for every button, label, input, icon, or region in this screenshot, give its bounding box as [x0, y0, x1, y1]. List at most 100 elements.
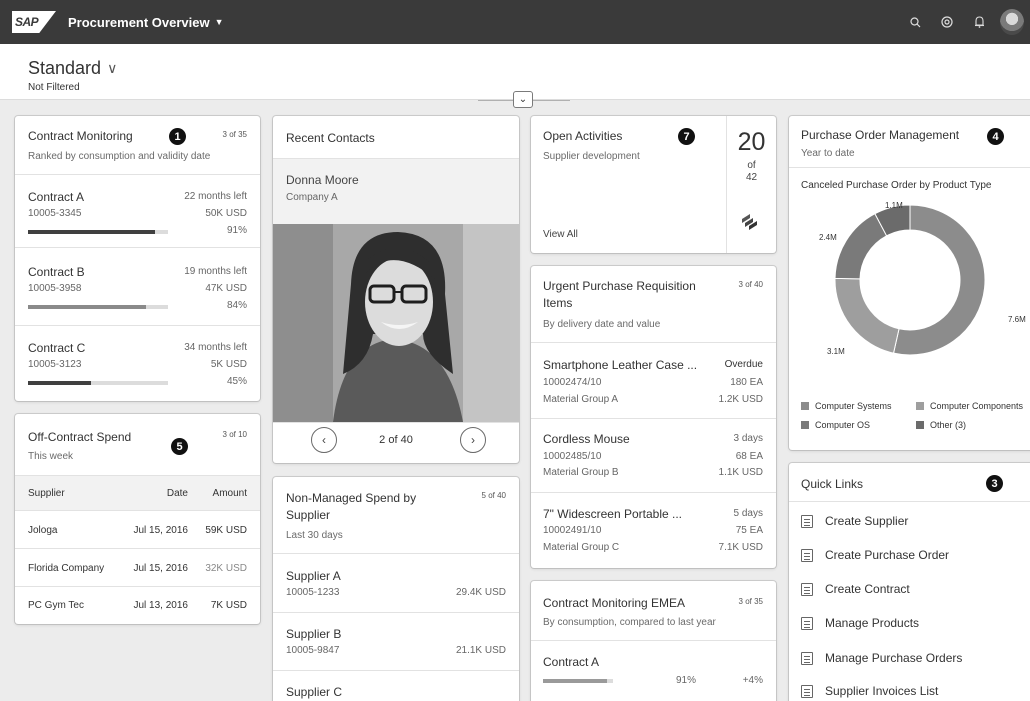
quick-link[interactable]: Manage Purchase Orders: [801, 648, 962, 668]
contract-name: Contract C: [28, 341, 86, 355]
card-title: Contract Monitoring: [28, 129, 133, 143]
contact-company: Company A: [286, 192, 338, 203]
list-item[interactable]: Contract A 91% +4%: [531, 641, 776, 701]
table-row[interactable]: PC Gym Tec Jul 13, 2016 7K USD: [15, 588, 260, 624]
list-item[interactable]: Supplier B 10005-9847 21.1K USD: [273, 613, 519, 671]
contract-name: Contract A: [28, 190, 85, 204]
off-contract-spend-card[interactable]: Off-Contract Spend 5 3 of 10 This week S…: [15, 414, 260, 624]
document-icon: [801, 651, 813, 665]
table-row[interactable]: Florida Company Jul 15, 2016 32K USD: [15, 550, 260, 587]
recent-contacts-card[interactable]: Recent Contacts Donna Moore Company A ‹ …: [273, 116, 519, 463]
contract-emea-card[interactable]: Contract Monitoring EMEA 3 of 35 By cons…: [531, 581, 776, 701]
progress-percent: 84%: [226, 300, 247, 311]
contract-monitoring-card[interactable]: Contract Monitoring 1 3 of 35 Ranked by …: [15, 116, 260, 401]
bell-icon[interactable]: [964, 7, 994, 37]
item-quantity: 75 EA: [735, 525, 763, 536]
quick-link[interactable]: Supplier Invoices List: [801, 681, 938, 701]
item-value: 1.2K USD: [718, 394, 763, 405]
list-item[interactable]: Contract A 22 months left 10005-3345 50K…: [15, 175, 260, 247]
contact-header[interactable]: Donna Moore Company A: [273, 158, 519, 224]
quick-link[interactable]: Manage Products: [801, 613, 919, 633]
quick-link[interactable]: Create Purchase Order: [801, 545, 949, 565]
card-title: Open Activities: [543, 129, 623, 143]
item-status: 5 days: [733, 508, 763, 519]
item-quantity: 68 EA: [735, 451, 763, 462]
date-cell: Jul 13, 2016: [133, 600, 189, 611]
legend-swatch: [916, 402, 924, 410]
view-all-link[interactable]: View All: [543, 229, 578, 240]
list-item[interactable]: 7" Widescreen Portable ... 5 days 100024…: [531, 493, 776, 568]
card-subtitle: Last 30 days: [286, 530, 343, 541]
supplier-cell: Florida Company: [28, 563, 105, 574]
po-management-card[interactable]: Purchase Order Management 4 Year to date…: [789, 116, 1030, 450]
legend-item[interactable]: Other (3): [916, 420, 966, 430]
next-button[interactable]: ›: [460, 427, 486, 453]
card-counter: 3 of 35: [222, 130, 247, 139]
list-item[interactable]: Supplier C: [273, 671, 519, 701]
list-item[interactable]: Contract C 34 months left 10005-3123 5K …: [15, 326, 260, 401]
divider: [789, 501, 1030, 502]
document-icon: [801, 548, 813, 562]
app-title: Procurement Overview: [68, 14, 210, 30]
donut-slice[interactable]: [834, 277, 900, 354]
supplier-cell: PC Gym Tec: [28, 600, 84, 611]
list-item[interactable]: Cordless Mouse 3 days 10002485/10 68 EA …: [531, 419, 776, 492]
contact-name: Donna Moore: [286, 173, 359, 187]
list-item[interactable]: Contract B 19 months left 10005-3958 47K…: [15, 248, 260, 324]
delta-value: +4%: [742, 675, 763, 686]
open-activities-card[interactable]: Open Activities 7 Supplier development V…: [531, 116, 776, 253]
supplier-amount: 29.4K USD: [455, 587, 506, 598]
progress-track: [28, 381, 168, 385]
chevron-right-icon: ›: [471, 433, 475, 447]
non-managed-spend-card[interactable]: Non-Managed Spend by Supplier 5 of 40 La…: [273, 477, 519, 701]
supplier-cell: Jologa: [28, 525, 58, 536]
card-title-line: Urgent Purchase Requisition: [543, 279, 696, 293]
contract-icon: [801, 582, 813, 596]
months-left: 34 months left: [184, 342, 247, 353]
item-group: Material Group A: [543, 394, 619, 405]
sap-logo[interactable]: SAP: [12, 11, 56, 33]
contract-name: Contract B: [28, 265, 85, 279]
item-value: 7.1K USD: [718, 542, 763, 553]
legend-item[interactable]: Computer OS: [801, 420, 870, 430]
legend-item[interactable]: Computer Systems: [801, 401, 892, 411]
user-avatar[interactable]: [1000, 9, 1024, 35]
list-item[interactable]: Smartphone Leather Case ... Overdue 1000…: [531, 343, 776, 418]
quick-link-label: Create Purchase Order: [825, 548, 950, 562]
quick-links-card[interactable]: Quick Links 3 Create Supplier Create Pur…: [789, 463, 1030, 701]
item-name: 7" Widescreen Portable ...: [543, 507, 682, 521]
item-name: Cordless Mouse: [543, 432, 630, 446]
variant-name: Standard: [28, 58, 102, 78]
list-item[interactable]: Supplier A 10005-1233 29.4K USD: [273, 554, 519, 612]
donut-chart[interactable]: 7.6M 3.1M 2.4M 1.1M: [789, 196, 1030, 386]
legend-item[interactable]: Computer Components: [916, 401, 1023, 411]
expand-header-button[interactable]: ⌄: [513, 91, 533, 108]
search-icon[interactable]: [900, 7, 930, 37]
urgent-pr-card[interactable]: Urgent Purchase Requisition Items 3 of 4…: [531, 266, 776, 568]
contract-name: Contract A: [543, 655, 600, 669]
date-cell: Jul 15, 2016: [133, 525, 189, 536]
data-label: 3.1M: [827, 347, 845, 356]
item-name: Smartphone Leather Case ...: [543, 358, 698, 372]
months-left: 22 months left: [184, 191, 247, 202]
legend-label: Computer OS: [815, 420, 871, 430]
notification-icon[interactable]: [932, 7, 962, 37]
legend-label: Computer Systems: [815, 401, 892, 411]
item-id: 10002491/10: [543, 525, 602, 536]
table-header: Supplier Date Amount: [15, 475, 260, 511]
legend-label: Other (3): [930, 420, 967, 430]
quick-link[interactable]: Create Contract: [801, 579, 910, 599]
item-value: 1.1K USD: [718, 467, 763, 478]
contact-photo: [273, 224, 519, 422]
card-title-line: Non-Managed Spend by: [286, 491, 417, 505]
card-title: Off-Contract Spend: [28, 430, 132, 444]
app-title-menu[interactable]: Procurement Overview ▼: [68, 15, 224, 30]
donut-slice[interactable]: [834, 213, 888, 280]
card-title: Recent Contacts: [286, 131, 375, 145]
quick-link[interactable]: Create Supplier: [801, 511, 908, 531]
quick-link-label: Manage Products: [825, 616, 920, 630]
table-row[interactable]: Jologa Jul 15, 2016 59K USD: [15, 512, 260, 549]
filter-status: Not Filtered: [28, 82, 80, 93]
supplier-id: 10005-9847: [286, 645, 340, 656]
variant-selector[interactable]: Standard ∨: [28, 58, 117, 79]
